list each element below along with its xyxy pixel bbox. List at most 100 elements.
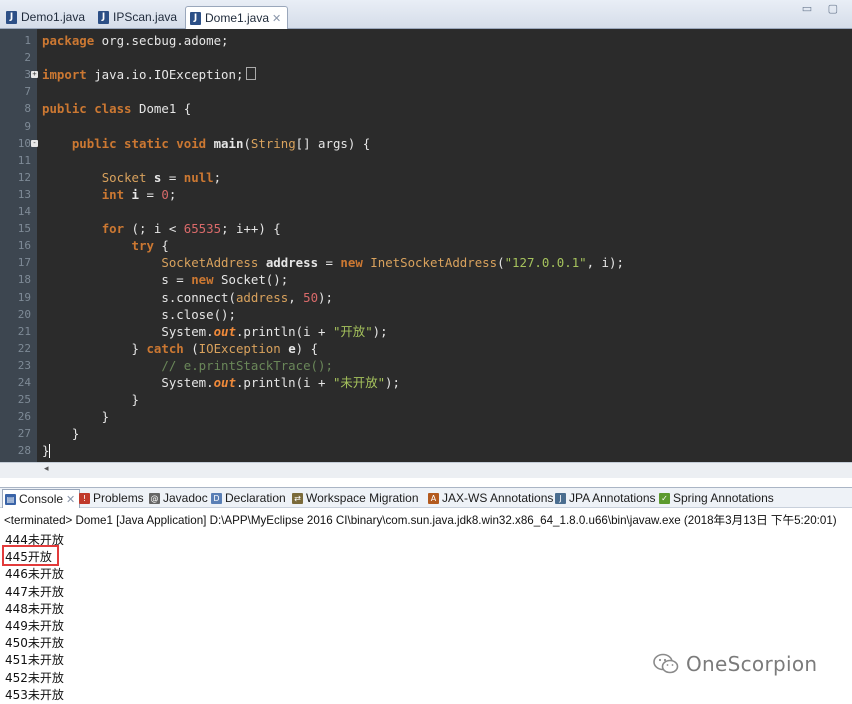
line-number: 18 bbox=[17, 273, 31, 287]
code-line[interactable]: 11 bbox=[0, 152, 852, 169]
tab-label: IPScan.java bbox=[113, 10, 178, 24]
console-line: 453未开放 bbox=[5, 687, 64, 702]
view-tab-label: Workspace Migration bbox=[306, 491, 419, 505]
line-number: 8 bbox=[24, 102, 31, 116]
code-line[interactable]: 16 try { bbox=[0, 237, 852, 254]
view-tab-console[interactable]: ▤ Console ✕ bbox=[2, 489, 81, 508]
code-text: System.out.println(i + "开放"); bbox=[42, 323, 388, 339]
console-line: 452未开放 bbox=[5, 670, 64, 685]
declaration-icon: D bbox=[211, 492, 222, 504]
code-text: } bbox=[42, 426, 80, 442]
code-line[interactable]: 10- public static void main(String[] arg… bbox=[0, 135, 852, 152]
tab-ipscan-java[interactable]: J IPScan.java bbox=[94, 6, 183, 28]
view-tab-javadoc[interactable]: @ Javadoc bbox=[149, 489, 208, 507]
view-tab-workspace-migration[interactable]: ⇄ Workspace Migration bbox=[292, 489, 419, 507]
view-tab-label: Spring Annotations bbox=[673, 491, 774, 505]
scroll-left-icon[interactable]: ◂ bbox=[44, 464, 49, 474]
code-line[interactable]: 15 for (; i < 65535; i++) { bbox=[0, 220, 852, 237]
horizontal-scrollbar[interactable]: ◂ bbox=[0, 462, 852, 478]
code-text: } bbox=[42, 443, 51, 459]
console-output[interactable]: 444未开放 445开放 446未开放 447未开放 448未开放 449未开放 450未开… bbox=[0, 530, 852, 704]
code-line[interactable]: 23 // e.printStackTrace(); bbox=[0, 357, 852, 374]
code-text: // e.printStackTrace(); bbox=[161, 357, 333, 373]
code-line[interactable]: 27 } bbox=[0, 425, 852, 442]
java-file-icon: J bbox=[98, 10, 109, 24]
view-tab-label: Problems bbox=[93, 491, 144, 505]
code-text: Socket s = null; bbox=[101, 169, 222, 185]
code-line[interactable]: 1 package org.secbug.adome; bbox=[0, 32, 852, 49]
code-line[interactable]: 19 s.connect(address, 50); bbox=[0, 289, 852, 306]
code-line[interactable]: 28} bbox=[0, 442, 852, 459]
code-text: public class Dome1 { bbox=[42, 101, 192, 117]
code-line[interactable]: 25 } bbox=[0, 391, 852, 408]
editor-tab-bar: J Demo1.java J IPScan.java J Dome1.java … bbox=[0, 0, 852, 29]
view-tab-bar: ▤ Console ✕! Problems @ Javadoc D Declaration ⇄ W… bbox=[0, 487, 852, 508]
java-file-icon: J bbox=[190, 11, 201, 25]
view-tab-spring-annotations[interactable]: ✓ Spring Annotations bbox=[659, 489, 774, 507]
expand-fold-icon[interactable]: + bbox=[31, 71, 38, 79]
line-number: 14 bbox=[17, 205, 31, 218]
close-icon[interactable]: ✕ bbox=[66, 493, 75, 506]
code-line[interactable]: 8 public class Dome1 { bbox=[0, 100, 852, 117]
code-text: import java.io.IOException; bbox=[42, 66, 257, 83]
code-text: try { bbox=[131, 238, 169, 254]
console-line: 451未开放 bbox=[5, 653, 64, 668]
console-line: 449未开放 bbox=[5, 619, 64, 633]
problems-icon: ! bbox=[79, 492, 90, 504]
line-number: 12 bbox=[17, 170, 31, 184]
line-number: 21 bbox=[17, 324, 31, 338]
console-line: 446未开放 bbox=[5, 567, 64, 582]
line-number: 19 bbox=[17, 290, 31, 304]
code-line[interactable]: 26 } bbox=[0, 408, 852, 425]
code-line[interactable]: 24 System.out.println(i + "未开放"); bbox=[0, 374, 852, 391]
view-tab-label: Declaration bbox=[225, 491, 286, 505]
view-tab-jax-ws-annotations[interactable]: A JAX-WS Annotations bbox=[428, 489, 553, 507]
code-text: } bbox=[42, 392, 139, 408]
code-line[interactable]: 3 + import java.io.IOException; bbox=[0, 66, 852, 83]
code-line[interactable]: 9 bbox=[0, 118, 852, 135]
watermark: OneScorpion bbox=[652, 652, 817, 676]
tab-demo1-java[interactable]: J Demo1.java bbox=[2, 6, 91, 28]
line-number: 11 bbox=[17, 153, 31, 167]
highlight-box bbox=[2, 545, 59, 566]
code-line[interactable]: 13 int i = 0; bbox=[0, 186, 852, 203]
code-line[interactable]: 2 bbox=[0, 49, 852, 66]
code-line[interactable]: 18 s = new Socket(); bbox=[0, 271, 852, 288]
close-icon[interactable]: ✕ bbox=[272, 12, 281, 25]
code-line[interactable]: 12 Socket s = null; bbox=[0, 169, 852, 186]
line-number: 22 bbox=[17, 341, 31, 355]
console-line: 450未开放 bbox=[5, 636, 64, 651]
code-line[interactable]: 17 SocketAddress address = new InetSocke… bbox=[0, 254, 852, 271]
code-line[interactable]: 14 bbox=[0, 203, 852, 220]
line-number: 20 bbox=[17, 307, 31, 321]
tab-dome1-java[interactable]: J Dome1.java ✕ bbox=[185, 6, 289, 29]
code-text: for (; i < 65535; i++) { bbox=[101, 221, 281, 237]
watermark-text: OneScorpion bbox=[686, 652, 818, 676]
line-number: 23 bbox=[17, 358, 31, 372]
line-number: 13 bbox=[17, 187, 31, 201]
view-tab-label: JAX-WS Annotations bbox=[442, 491, 554, 505]
tab-label: Dome1.java bbox=[205, 11, 270, 25]
collapse-fold-icon[interactable]: - bbox=[31, 139, 38, 147]
wechat-icon bbox=[653, 653, 679, 674]
code-line[interactable]: 22 } catch (IOException e) { bbox=[0, 340, 852, 357]
migration-icon: ⇄ bbox=[292, 492, 303, 504]
code-text: } catch (IOException e) { bbox=[42, 340, 319, 356]
window-controls[interactable]: ▭ ▢ bbox=[802, 2, 844, 15]
spring-icon: ✓ bbox=[659, 492, 670, 504]
view-tab-label: Javadoc bbox=[163, 491, 208, 505]
view-tab-declaration[interactable]: D Declaration bbox=[211, 489, 286, 507]
line-number: 16 bbox=[17, 239, 31, 253]
code-line[interactable]: 21 System.out.println(i + "开放"); bbox=[0, 323, 852, 340]
code-editor[interactable]: 1 package org.secbug.adome; 2 3 + import java… bbox=[0, 29, 852, 462]
line-number: 17 bbox=[17, 256, 31, 270]
line-number: 24 bbox=[17, 376, 31, 389]
line-number: 3 bbox=[24, 68, 31, 82]
view-tab-jpa-annotations[interactable]: J JPA Annotations bbox=[555, 489, 656, 507]
code-line[interactable]: 7 bbox=[0, 83, 852, 100]
jpa-icon: J bbox=[555, 492, 566, 504]
line-number: 1 bbox=[24, 34, 31, 47]
code-line[interactable]: 20 s.close(); bbox=[0, 306, 852, 323]
view-tab-problems[interactable]: ! Problems bbox=[79, 489, 144, 507]
code-text: System.out.println(i + "未开放"); bbox=[42, 375, 400, 390]
